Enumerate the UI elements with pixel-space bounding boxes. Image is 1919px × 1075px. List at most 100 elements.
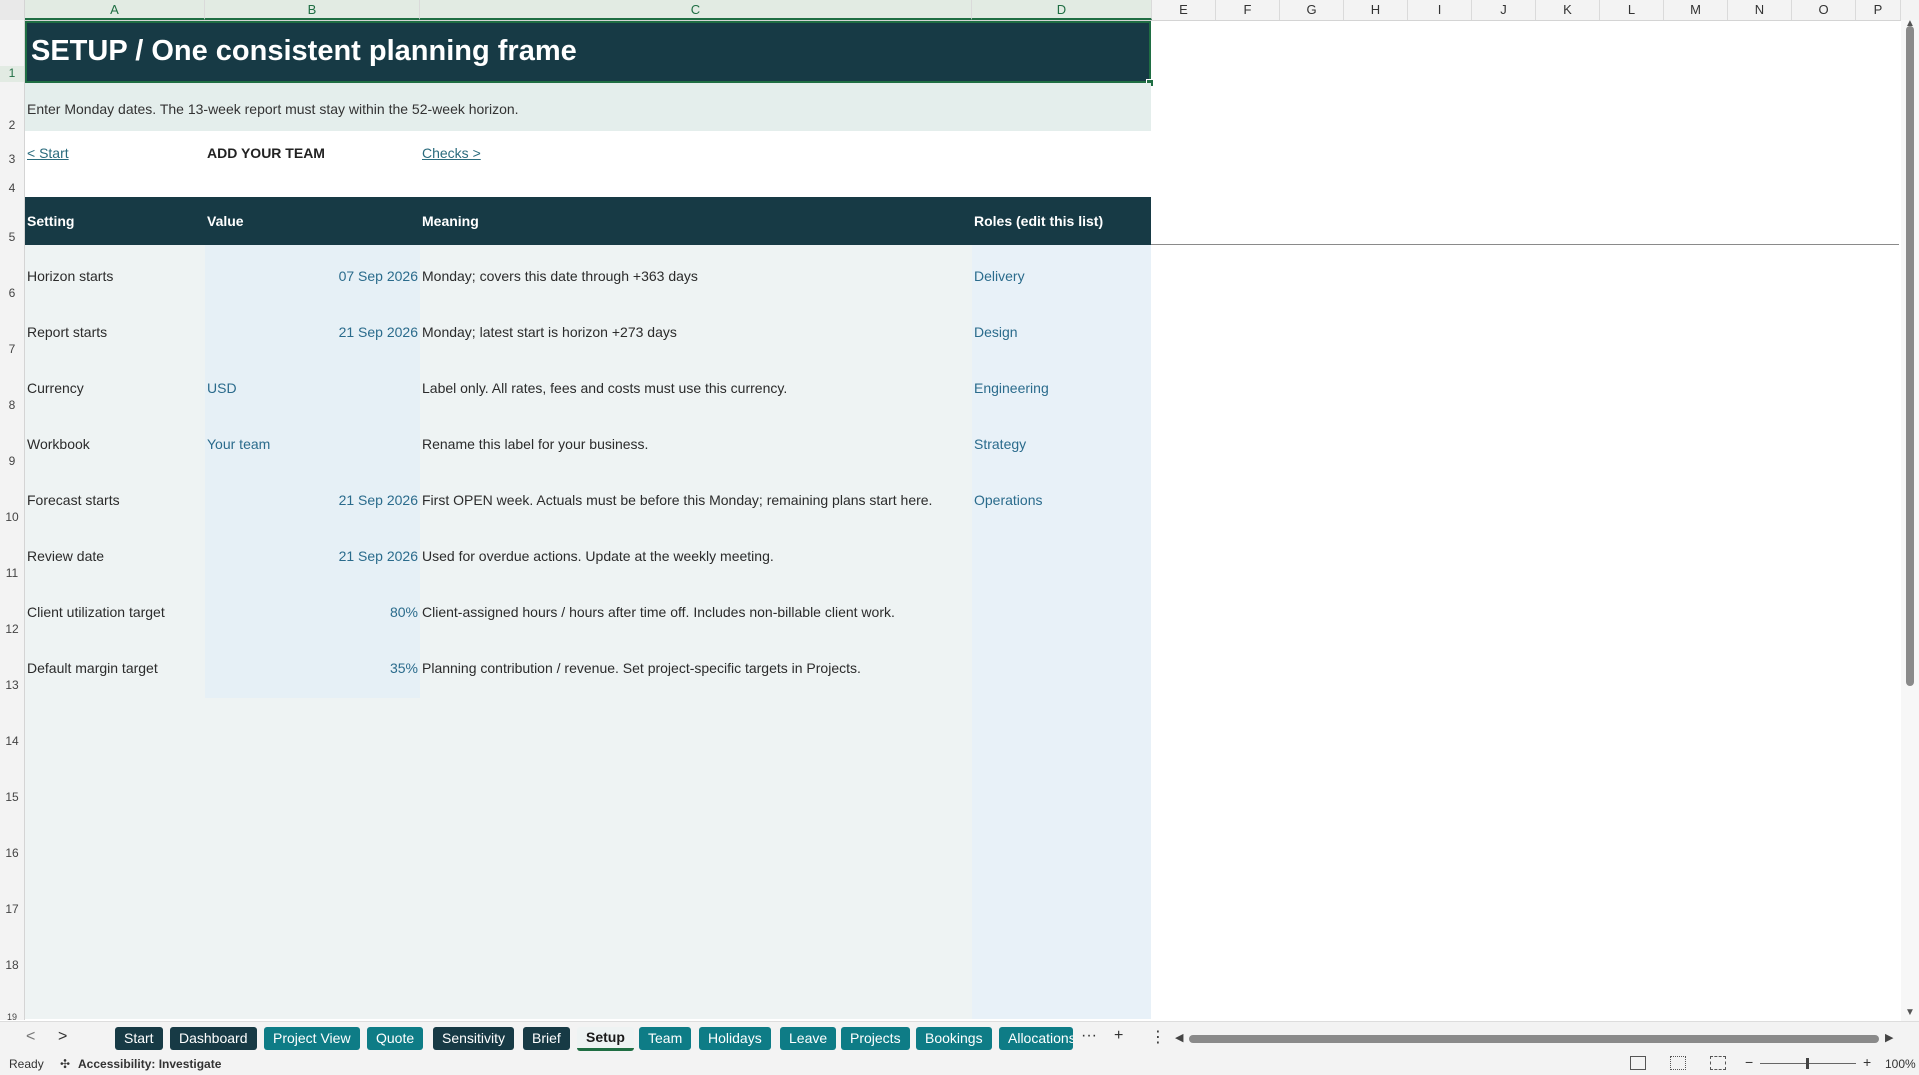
row-header-5[interactable]: 5 [0,230,24,244]
column-header-g[interactable]: G [1280,0,1344,20]
row-header-2[interactable]: 2 [0,118,24,132]
column-header-o[interactable]: O [1792,0,1856,20]
more-sheets-icon[interactable]: ··· [1081,1027,1097,1045]
setting-forecast-starts[interactable]: Forecast starts [27,492,120,508]
row-header-14[interactable]: 14 [0,734,24,748]
zoom-out-icon[interactable]: − [1745,1054,1753,1070]
accessibility-icon[interactable]: ✣ [60,1057,70,1071]
value-horizon-starts[interactable]: 07 Sep 2026 [208,268,418,284]
add-sheet-icon[interactable]: + [1114,1027,1123,1045]
row-header-12[interactable]: 12 [0,622,24,636]
scroll-down-icon[interactable]: ▼ [1905,1007,1915,1018]
sheet-menu-icon[interactable]: ⋮ [1150,1027,1166,1047]
tab-projects[interactable]: Projects [841,1027,910,1050]
tab-sensitivity[interactable]: Sensitivity [433,1027,515,1050]
row-header-16[interactable]: 16 [0,846,24,860]
add-your-team-label[interactable]: ADD YOUR TEAM [207,145,325,161]
row-header-3[interactable]: 3 [0,152,24,166]
role-delivery[interactable]: Delivery [974,268,1025,284]
row-header-9[interactable]: 9 [0,454,24,468]
row-header-7[interactable]: 7 [0,342,24,356]
role-design[interactable]: Design [974,324,1018,340]
tab-holidays[interactable]: Holidays [699,1027,771,1050]
column-header-f[interactable]: F [1216,0,1280,20]
tab-team[interactable]: Team [639,1027,692,1050]
value-review-date[interactable]: 21 Sep 2026 [208,548,418,564]
tab-scroll-right-icon[interactable]: > [58,1028,67,1046]
row-header-19[interactable]: 19 [0,1012,24,1020]
start-link[interactable]: < Start [27,145,69,161]
meaning-horizon-starts[interactable]: Monday; covers this date through +363 da… [422,268,698,284]
row-header-6[interactable]: 6 [0,286,24,300]
meaning-review-date[interactable]: Used for overdue actions. Update at the … [422,548,774,564]
title-cell[interactable]: SETUP / One consistent planning frame [25,21,1151,83]
sheet-grid[interactable]: SETUP / One consistent planning frame En… [25,21,1899,1019]
accessibility-status[interactable]: Accessibility: Investigate [78,1057,221,1071]
column-header-d[interactable]: D [972,0,1152,20]
value-workbook[interactable]: Your team [207,436,270,452]
column-header-i[interactable]: I [1408,0,1472,20]
row-header-11[interactable]: 11 [0,566,24,580]
setting-horizon-starts[interactable]: Horizon starts [27,268,113,284]
column-header-a[interactable]: A [25,0,205,20]
setting-default-margin-target[interactable]: Default margin target [27,660,158,676]
vertical-scrollbar[interactable]: ▲ ▼ [1901,18,1919,1021]
zoom-level[interactable]: 100% [1885,1057,1916,1071]
tab-leave[interactable]: Leave [780,1027,837,1050]
row-header-17[interactable]: 17 [0,902,24,916]
meaning-report-starts[interactable]: Monday; latest start is horizon +273 day… [422,324,677,340]
tab-bookings[interactable]: Bookings [916,1027,992,1050]
column-header-h[interactable]: H [1344,0,1408,20]
meaning-workbook[interactable]: Rename this label for your business. [422,436,648,452]
tab-setup[interactable]: Setup [577,1027,634,1051]
normal-view-icon[interactable] [1630,1056,1646,1070]
tab-dashboard[interactable]: Dashboard [170,1027,257,1050]
value-client-utilization-target[interactable]: 80% [208,604,418,620]
value-currency[interactable]: USD [207,380,237,396]
setting-client-utilization-target[interactable]: Client utilization target [27,604,165,620]
zoom-in-icon[interactable]: + [1863,1054,1871,1070]
row-header-8[interactable]: 8 [0,398,24,412]
row-header-13[interactable]: 13 [0,678,24,692]
meaning-currency[interactable]: Label only. All rates, fees and costs mu… [422,380,787,396]
setting-currency[interactable]: Currency [27,380,84,396]
horizontal-scroll-thumb[interactable] [1189,1035,1879,1043]
row-header-1[interactable]: 1 [0,66,24,82]
vertical-scroll-thumb[interactable] [1906,26,1914,686]
column-header-e[interactable]: E [1152,0,1216,20]
column-header-c[interactable]: C [420,0,972,20]
scroll-right-icon[interactable]: ▶ [1885,1031,1893,1044]
tab-allocations[interactable]: Allocations [999,1027,1073,1050]
tab-start[interactable]: Start [115,1027,163,1050]
setting-review-date[interactable]: Review date [27,548,104,564]
page-layout-view-icon[interactable] [1670,1056,1686,1070]
zoom-slider-knob[interactable] [1806,1058,1809,1069]
row-header-18[interactable]: 18 [0,958,24,972]
role-strategy[interactable]: Strategy [974,436,1026,452]
column-header-p[interactable]: P [1856,0,1901,20]
row-header-10[interactable]: 10 [0,510,24,524]
value-report-starts[interactable]: 21 Sep 2026 [208,324,418,340]
setting-report-starts[interactable]: Report starts [27,324,107,340]
setting-workbook[interactable]: Workbook [27,436,90,452]
select-all-corner[interactable] [0,0,25,20]
value-default-margin-target[interactable]: 35% [208,660,418,676]
checks-link[interactable]: Checks > [422,145,481,161]
meaning-default-margin-target[interactable]: Planning contribution / revenue. Set pro… [422,660,861,676]
row-header-4[interactable]: 4 [0,181,24,195]
meaning-client-utilization-target[interactable]: Client-assigned hours / hours after time… [422,604,895,620]
tab-scroll-left-icon[interactable]: < [26,1028,35,1046]
tab-project-view[interactable]: Project View [264,1027,360,1050]
horizontal-scrollbar[interactable]: ◀ ▶ [1175,1032,1895,1046]
tab-quote[interactable]: Quote [367,1027,424,1050]
column-header-j[interactable]: J [1472,0,1536,20]
column-header-b[interactable]: B [205,0,420,20]
meaning-forecast-starts[interactable]: First OPEN week. Actuals must be before … [422,492,932,508]
column-header-k[interactable]: K [1536,0,1600,20]
tab-brief[interactable]: Brief [523,1027,570,1050]
value-forecast-starts[interactable]: 21 Sep 2026 [208,492,418,508]
role-operations[interactable]: Operations [974,492,1042,508]
column-header-l[interactable]: L [1600,0,1664,20]
row-header-15[interactable]: 15 [0,790,24,804]
column-header-n[interactable]: N [1728,0,1792,20]
